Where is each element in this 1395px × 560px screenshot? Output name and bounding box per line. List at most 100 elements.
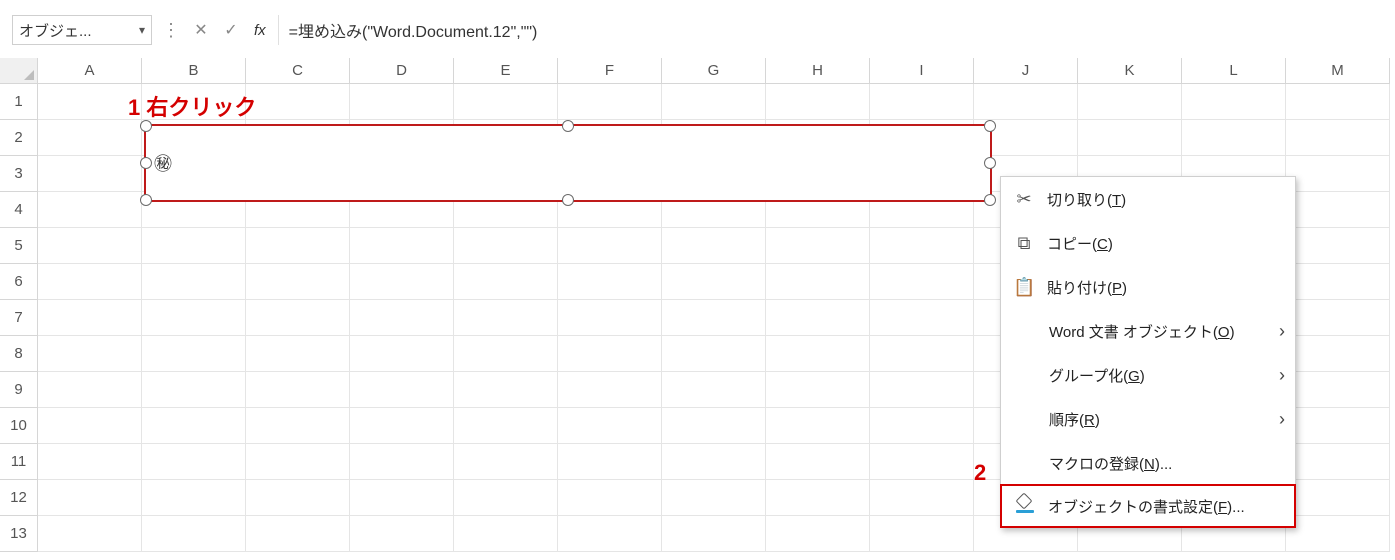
select-all-corner[interactable] [0,58,38,84]
cell[interactable] [454,480,558,516]
cell[interactable] [350,336,454,372]
cell[interactable] [38,228,142,264]
cell[interactable] [454,300,558,336]
cell[interactable] [558,480,662,516]
cell[interactable] [766,516,870,552]
cell[interactable] [246,336,350,372]
cell[interactable] [38,516,142,552]
formula-input[interactable]: =埋め込み("Word.Document.12","") [278,15,1395,45]
cell[interactable] [142,228,246,264]
more-icon[interactable]: ⋮ [160,20,182,41]
cell[interactable] [350,372,454,408]
row-header[interactable]: 3 [0,156,38,192]
cell[interactable] [246,372,350,408]
embedded-word-object[interactable]: ㊙ [144,124,992,202]
cell[interactable] [142,300,246,336]
cell[interactable] [662,336,766,372]
cell[interactable] [558,84,662,120]
cell[interactable] [246,516,350,552]
row-header[interactable]: 6 [0,264,38,300]
cell[interactable] [246,408,350,444]
cell[interactable] [558,264,662,300]
menu-group[interactable]: グループ化(G) › [1001,353,1295,397]
cell[interactable] [142,264,246,300]
resize-handle[interactable] [984,194,996,206]
resize-handle[interactable] [984,120,996,132]
cell[interactable] [350,300,454,336]
col-header[interactable]: A [38,58,142,84]
cell[interactable] [350,444,454,480]
cell[interactable] [1286,372,1390,408]
cell[interactable] [766,84,870,120]
cell[interactable] [350,516,454,552]
cell[interactable] [142,480,246,516]
cell[interactable] [662,372,766,408]
cell[interactable] [870,228,974,264]
cell[interactable] [870,300,974,336]
col-header[interactable]: H [766,58,870,84]
cell[interactable] [38,372,142,408]
cancel-formula-button[interactable]: ✕ [190,20,212,40]
cell[interactable] [1286,408,1390,444]
cell[interactable] [662,300,766,336]
cell[interactable] [662,264,766,300]
cell[interactable] [662,84,766,120]
cell[interactable] [1286,264,1390,300]
cell[interactable] [558,408,662,444]
cell[interactable] [662,516,766,552]
col-header[interactable]: F [558,58,662,84]
cell[interactable] [870,516,974,552]
row-header[interactable]: 2 [0,120,38,156]
cell[interactable] [454,228,558,264]
cell[interactable] [558,516,662,552]
cell[interactable] [1182,120,1286,156]
cell[interactable] [558,336,662,372]
cell[interactable] [142,372,246,408]
menu-macro[interactable]: マクロの登録(N)... [1001,441,1295,485]
cell[interactable] [38,336,142,372]
row-header[interactable]: 8 [0,336,38,372]
row-header[interactable]: 13 [0,516,38,552]
cell[interactable] [350,264,454,300]
menu-copy[interactable]: ⧉ コピー(C) [1001,221,1295,265]
row-header[interactable]: 4 [0,192,38,228]
col-header[interactable]: E [454,58,558,84]
row-header[interactable]: 12 [0,480,38,516]
row-header[interactable]: 1 [0,84,38,120]
cell[interactable] [142,336,246,372]
col-header[interactable]: I [870,58,974,84]
resize-handle[interactable] [140,157,152,169]
cell[interactable] [38,408,142,444]
fx-icon[interactable]: fx [250,22,270,39]
resize-handle[interactable] [140,194,152,206]
enter-formula-button[interactable]: ✓ [220,20,242,40]
col-header[interactable]: B [142,58,246,84]
cell[interactable] [1286,192,1390,228]
cell[interactable] [870,408,974,444]
resize-handle[interactable] [984,157,996,169]
menu-cut[interactable]: ✂ 切り取り(T) [1001,177,1295,221]
col-header[interactable]: J [974,58,1078,84]
cell[interactable] [1286,84,1390,120]
cell[interactable] [662,444,766,480]
cell[interactable] [454,372,558,408]
cell[interactable] [454,336,558,372]
name-box[interactable]: オブジェ... ▾ [12,15,152,45]
cell[interactable] [870,264,974,300]
cell[interactable] [38,300,142,336]
resize-handle[interactable] [562,194,574,206]
cell[interactable] [766,480,870,516]
cell[interactable] [662,408,766,444]
cell[interactable] [38,120,142,156]
cell[interactable] [246,84,350,120]
cell[interactable] [350,228,454,264]
cell[interactable] [454,84,558,120]
menu-word-object[interactable]: Word 文書 オブジェクト(O) › [1001,309,1295,353]
cell[interactable] [454,264,558,300]
cell[interactable] [766,336,870,372]
col-header[interactable]: D [350,58,454,84]
cell[interactable] [1286,480,1390,516]
cell[interactable] [558,372,662,408]
cell[interactable] [350,480,454,516]
cell[interactable] [870,84,974,120]
